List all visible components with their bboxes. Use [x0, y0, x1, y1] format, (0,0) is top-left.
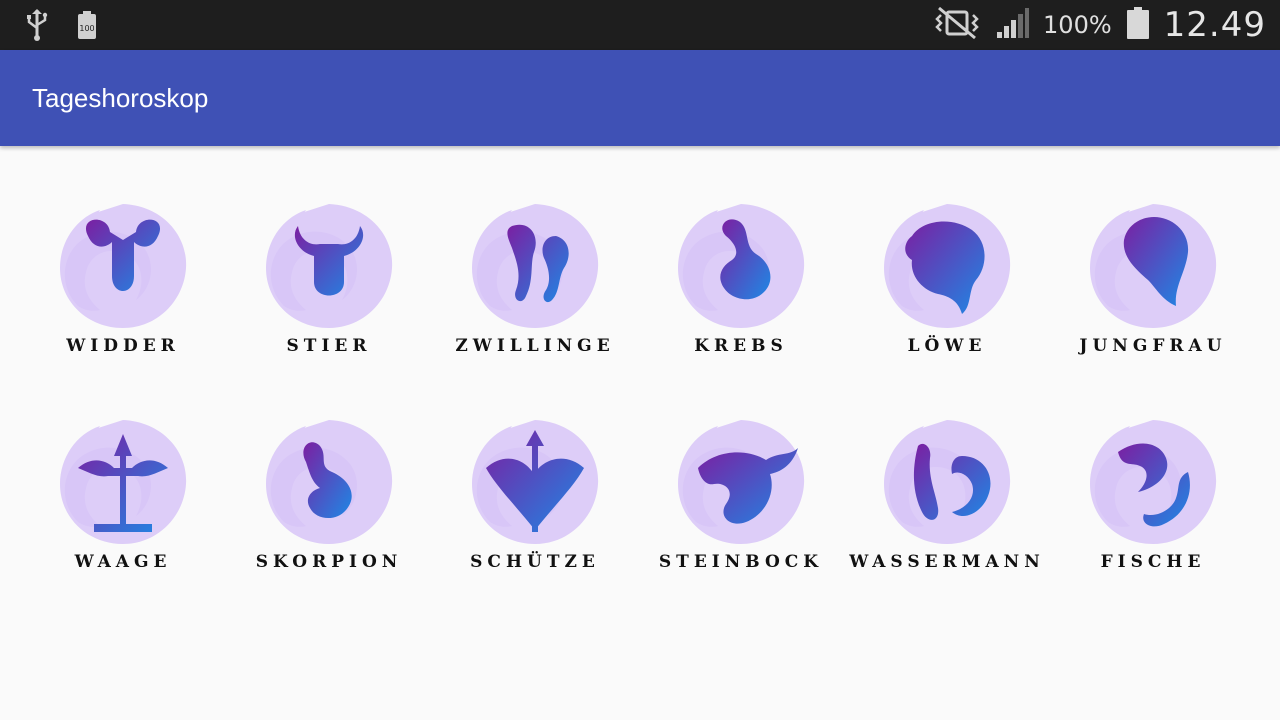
sign-label: Schütze — [470, 552, 600, 572]
sign-label: Jungfrau — [1079, 336, 1227, 356]
aquarius-icon — [884, 420, 1011, 544]
sign-label: Widder — [66, 336, 180, 356]
sign-jungfrau[interactable]: Jungfrau — [1050, 196, 1256, 368]
zodiac-grid: Widder Stier Zwillinge Krebs Löwe Jungfr… — [20, 196, 1260, 584]
usb-icon — [24, 8, 50, 47]
battery-icon — [1126, 6, 1150, 45]
pisces-icon — [1090, 420, 1217, 544]
sign-widder[interactable]: Widder — [20, 196, 226, 368]
sign-schuetze[interactable]: Schütze — [432, 412, 638, 584]
app-bar: Tageshoroskop — [0, 50, 1280, 146]
capricorn-icon — [678, 420, 805, 544]
sign-skorpion[interactable]: Skorpion — [226, 412, 432, 584]
clock: 12.49 — [1163, 5, 1266, 45]
sign-zwillinge[interactable]: Zwillinge — [432, 196, 638, 368]
sign-label: Löwe — [907, 336, 987, 356]
battery-percent: 100% — [1043, 11, 1112, 39]
sign-label: Zwillinge — [455, 336, 615, 356]
sagittarius-icon — [472, 420, 599, 544]
sign-label: Steinbock — [658, 552, 824, 572]
vibrate-off-icon — [933, 6, 981, 45]
sign-wassermann[interactable]: Wassermann — [844, 412, 1050, 584]
sign-krebs[interactable]: Krebs — [638, 196, 844, 368]
leo-icon — [884, 204, 1011, 328]
sign-stier[interactable]: Stier — [226, 196, 432, 368]
signal-icon — [995, 6, 1030, 45]
libra-icon — [60, 420, 187, 544]
sign-label: Wassermann — [849, 552, 1045, 572]
sign-label: Krebs — [694, 336, 788, 356]
sign-waage[interactable]: Waage — [20, 412, 226, 584]
status-bar: 100 100% 12.49 — [0, 0, 1280, 50]
sign-steinbock[interactable]: Steinbock — [638, 412, 844, 584]
sign-label: Waage — [74, 552, 172, 572]
scorpio-icon — [266, 420, 393, 544]
app-title: Tageshoroskop — [32, 83, 209, 113]
svg-text:100: 100 — [79, 24, 94, 33]
taurus-icon — [266, 204, 393, 328]
cancer-icon — [678, 204, 805, 328]
sign-label: Fische — [1100, 552, 1206, 572]
sign-fische[interactable]: Fische — [1050, 412, 1256, 584]
virgo-icon — [1090, 204, 1217, 328]
sign-label: Skorpion — [255, 552, 403, 572]
battery-saver-icon: 100 — [76, 10, 98, 45]
aries-icon — [60, 204, 187, 328]
sign-label: Stier — [286, 336, 372, 356]
gemini-icon — [472, 204, 599, 328]
sign-loewe[interactable]: Löwe — [844, 196, 1050, 368]
